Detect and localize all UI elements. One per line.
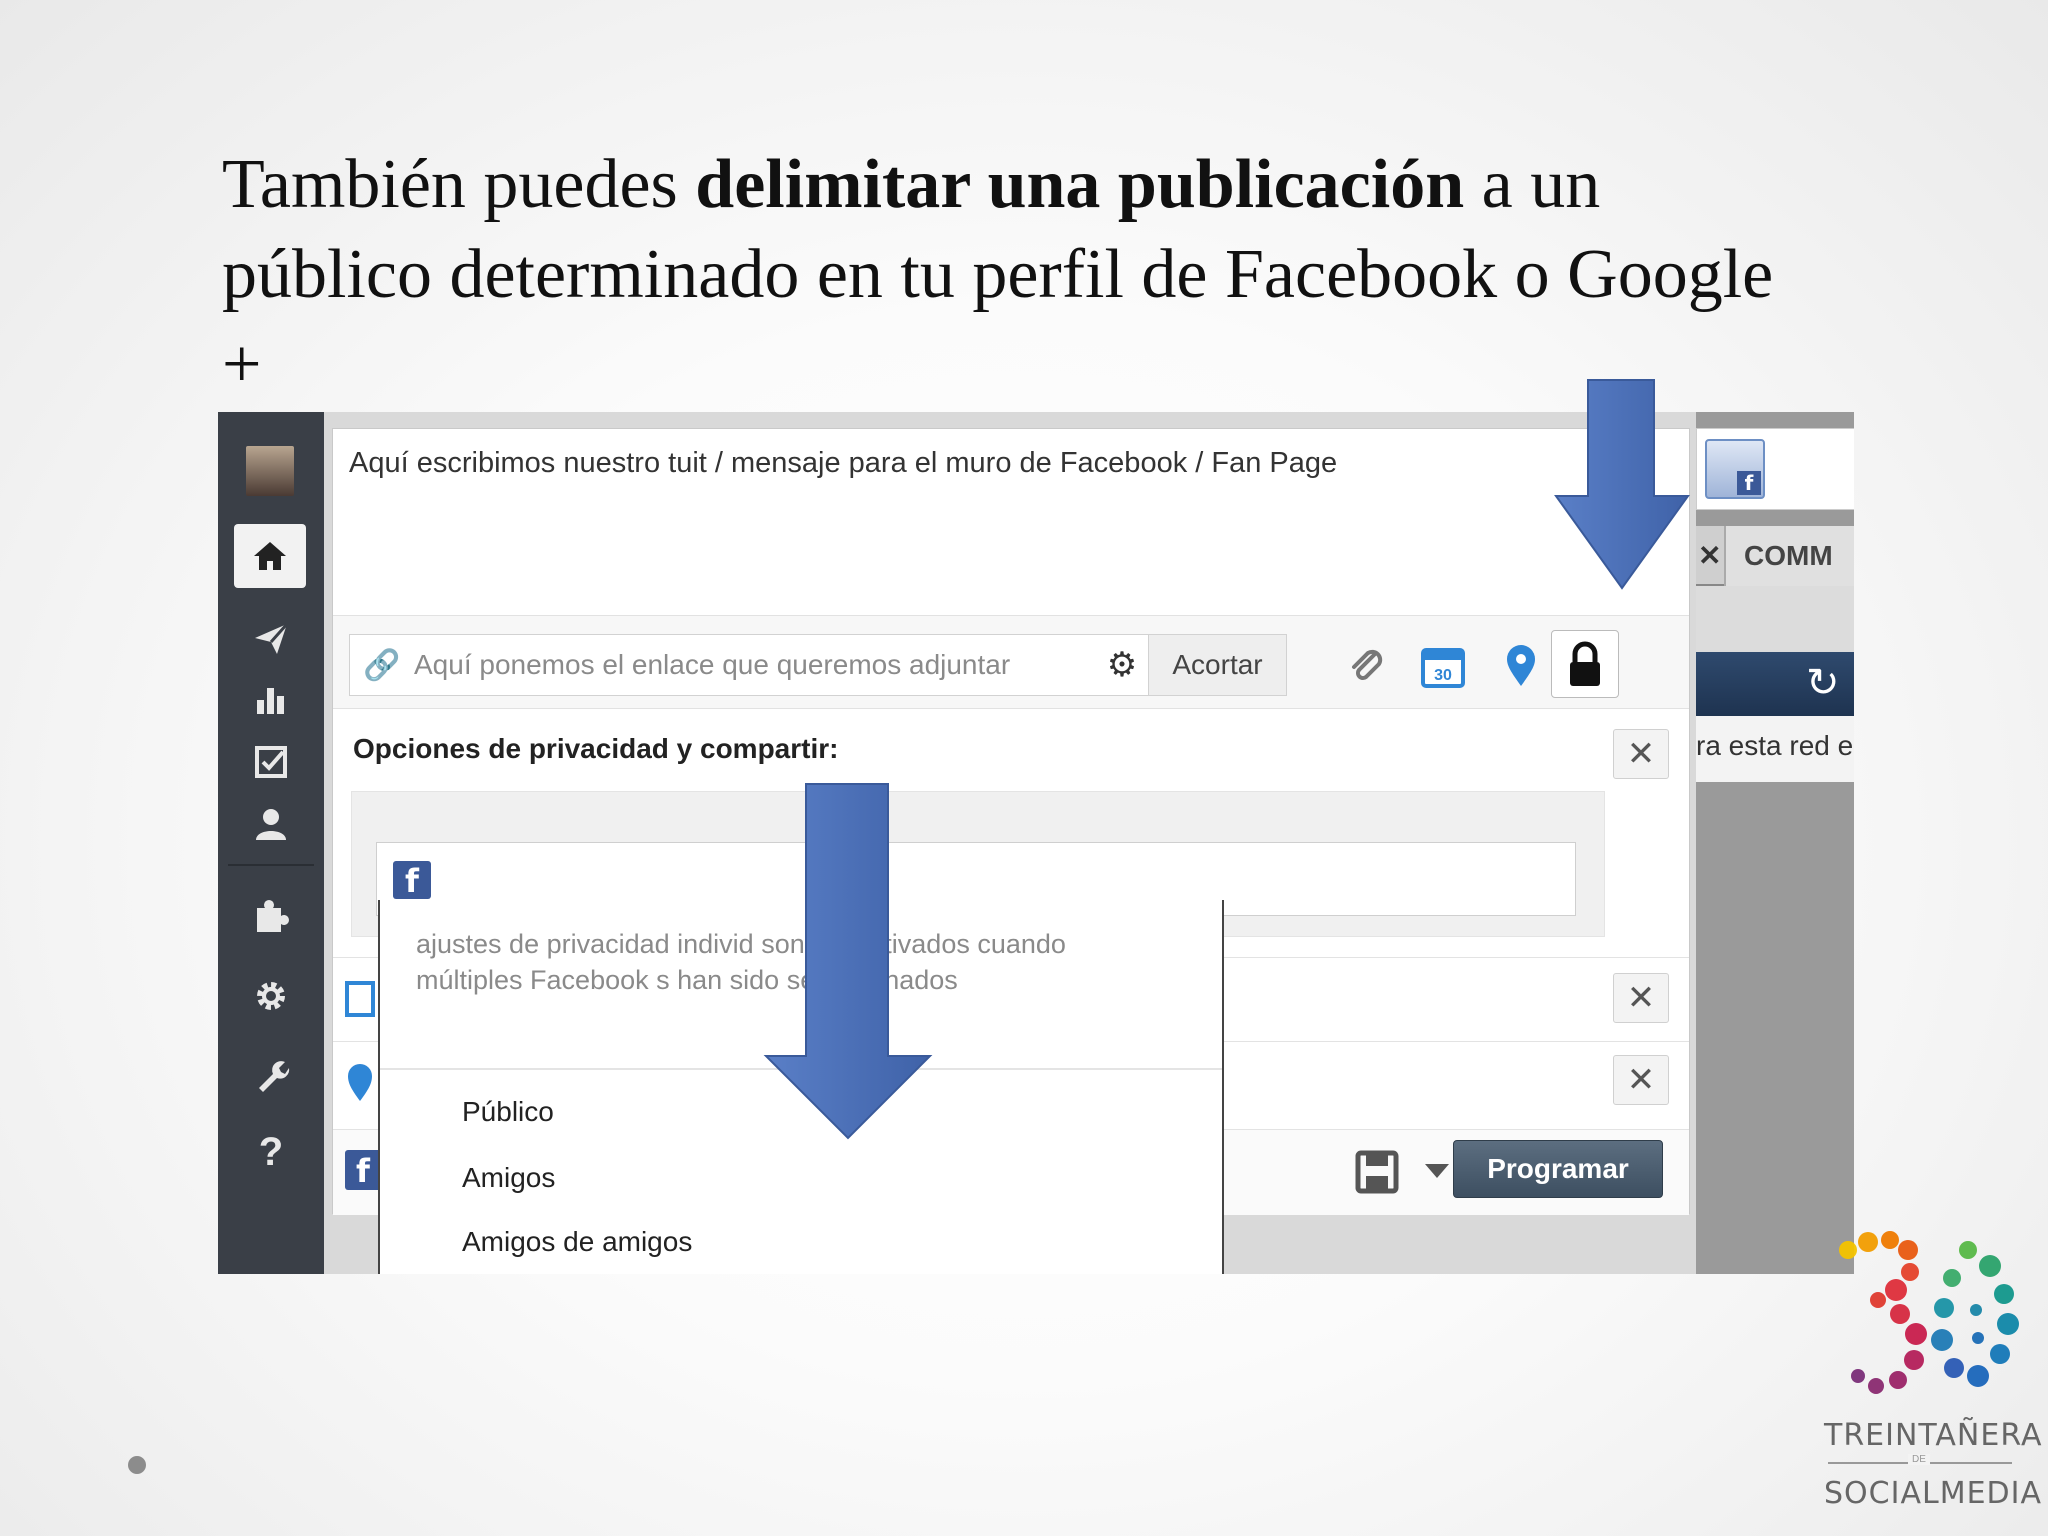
profile-selector[interactable]: f [1696,428,1854,510]
close-tab-icon[interactable]: ✕ [1698,526,1721,586]
contacts-icon[interactable] [218,794,324,854]
privacy-options-title: Opciones de privacidad y compartir: [353,733,839,764]
location-pin-icon[interactable] [1493,638,1549,694]
treintanera-30-logo-icon [1839,1231,2019,1394]
sidebar-divider [228,864,314,866]
close-privacy-button[interactable]: ✕ [1613,729,1669,779]
close-schedule-button[interactable]: ✕ [1613,973,1669,1023]
link-settings-gear-icon[interactable]: ⚙ [1096,645,1148,685]
settings-gear-icon[interactable] [218,966,324,1026]
right-stream-panel: f ✕ COMM ↻ ra esta red e [1696,412,1854,1274]
left-sidebar: ? [218,412,324,1274]
save-draft-icon[interactable] [1355,1150,1399,1194]
option-friends[interactable]: Amigos [462,1162,555,1194]
help-icon[interactable]: ? [218,1122,324,1182]
logo-line3: SOCIALMEDIA [1824,1476,2042,1511]
option-public[interactable]: Público [462,1096,554,1128]
logo-line1: TREINTAÑERA [1824,1418,2043,1453]
title-part1: También puedes [222,146,696,223]
selected-profile-avatar[interactable]: f [1705,439,1765,499]
slide-title: También puedes delimitar una publicación… [222,140,1822,410]
slide-bullet [128,1456,146,1474]
schedule-button[interactable]: Programar [1453,1140,1663,1198]
profile-facebook-icon[interactable]: f [345,1150,381,1190]
privacy-lock-icon[interactable] [1551,630,1619,698]
title-bold: delimitar una publicación [695,146,1465,223]
shorten-button[interactable]: Acortar [1148,635,1286,695]
link-placeholder: Aquí ponemos el enlace que queremos adju… [414,649,1011,680]
home-icon[interactable] [234,524,306,588]
arrow-down-dropdown-icon [763,783,933,1140]
apps-puzzle-icon[interactable] [218,886,324,946]
stream-tabs: ✕ COMM [1696,526,1854,586]
user-avatar[interactable] [246,446,294,496]
tasks-icon[interactable] [218,732,324,792]
refresh-icon[interactable]: ↻ [1806,660,1840,706]
stream-partial-text: ra esta red e [1696,716,1854,782]
location-row-pin-icon[interactable] [345,1061,375,1105]
arrow-down-lock-icon [1554,379,1690,590]
save-options-chevron-down-icon[interactable] [1425,1164,1449,1178]
send-icon[interactable] [218,608,324,668]
schedule-calendar-icon[interactable] [345,977,375,1021]
analytics-icon[interactable] [218,670,324,730]
logo-line2: DE [1908,1454,1930,1465]
stream-refresh-bar: ↻ [1696,652,1854,716]
profile-facebook-letter: f [345,1150,381,1190]
calendar-day: 30 [1434,667,1452,684]
message-text[interactable]: Aquí escribimos nuestro tuit / mensaje p… [349,447,1337,480]
tab-comments[interactable]: COMM [1724,526,1854,586]
stream-header-space [1696,586,1854,652]
link-input[interactable]: 🔗 Aquí ponemos el enlace que queremos ad… [349,634,1287,696]
profile-badge-facebook-letter: f [1737,471,1761,495]
link-icon: 🔗 [363,648,401,682]
attachment-icon[interactable] [1339,638,1395,694]
calendar-icon[interactable]: 30 [1415,638,1471,694]
compose-toolbar: 🔗 Aquí ponemos el enlace que queremos ad… [333,615,1689,709]
tools-wrench-icon[interactable] [218,1044,324,1104]
close-location-button[interactable]: ✕ [1613,1055,1669,1105]
option-friends-of-friends[interactable]: Amigos de amigos [462,1226,692,1258]
facebook-icon: f [393,861,431,900]
